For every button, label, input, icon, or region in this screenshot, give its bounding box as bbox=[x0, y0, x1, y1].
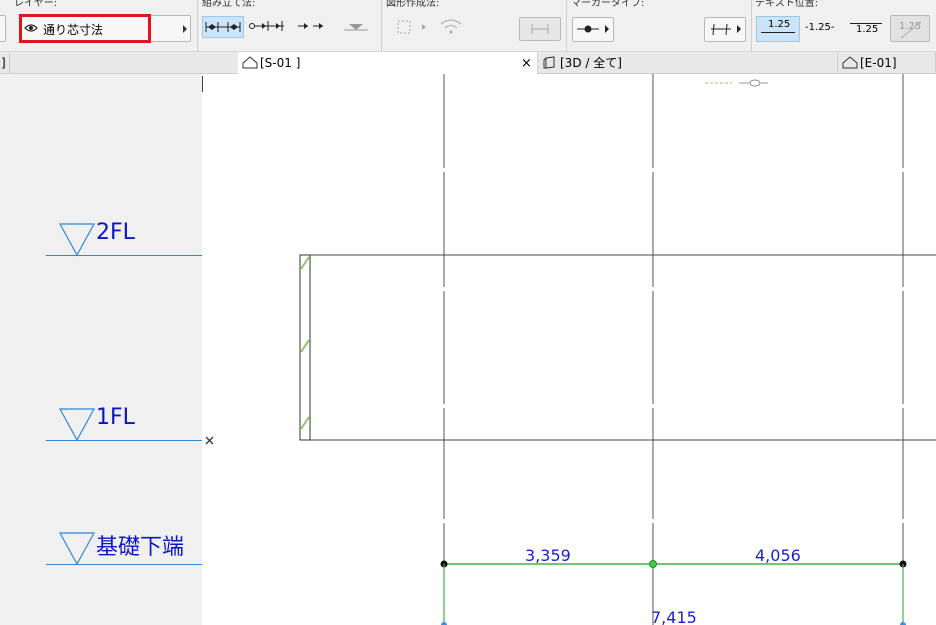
cube-icon bbox=[543, 56, 555, 69]
divider bbox=[751, 0, 752, 52]
eye-icon bbox=[24, 24, 38, 32]
level-marker-icon bbox=[344, 24, 368, 31]
disabled-dim-button bbox=[519, 17, 561, 41]
house-icon bbox=[242, 56, 258, 69]
level-line bbox=[46, 564, 202, 565]
wifi-icon bbox=[440, 19, 462, 34]
divider bbox=[381, 0, 382, 52]
divider bbox=[197, 0, 198, 52]
level-label-1fl: 1FL bbox=[96, 405, 135, 430]
prev-control-button[interactable] bbox=[0, 15, 6, 42]
text-sample: 1.25 bbox=[768, 19, 791, 30]
dimension-value-1[interactable]: 3,359 bbox=[525, 546, 571, 565]
wireless-icon-option bbox=[436, 16, 466, 38]
tab-e-01[interactable]: [E-01] bbox=[838, 52, 936, 74]
dim-arrows-icon bbox=[531, 24, 549, 34]
level-line bbox=[46, 440, 202, 441]
section-drawing-canvas[interactable]: 3,359 4,056 7,415 bbox=[202, 74, 936, 625]
text-position-label: テキスト位置: bbox=[755, 0, 819, 9]
view-tab-bar: ] [S-01 ] × [3D / 全て] [E-01] bbox=[0, 52, 936, 74]
layer-indicator-icons bbox=[705, 79, 768, 87]
tab-label: [S-01 ] bbox=[260, 56, 301, 70]
linear-dim-icon bbox=[205, 22, 241, 32]
tab-label: [E-01] bbox=[860, 56, 897, 70]
text-below-option[interactable]: 1.25 bbox=[848, 16, 886, 42]
drawing-svg[interactable] bbox=[202, 74, 936, 625]
level-line bbox=[46, 255, 202, 256]
text-above-option[interactable]: 1.25 bbox=[756, 16, 800, 42]
base-dim-icon bbox=[249, 21, 284, 31]
text-angled-option: 1.25 bbox=[890, 15, 930, 42]
layer-group-label: レイヤー: bbox=[14, 0, 58, 9]
dim-line bbox=[761, 32, 795, 33]
dim-method-disabled-option bbox=[340, 16, 372, 38]
level-triangle-icon bbox=[59, 223, 95, 257]
level-label-foundation-bottom: 基礎下端 bbox=[96, 535, 185, 560]
grid-axis-lines bbox=[443, 74, 904, 625]
text-sample: -1.25- bbox=[805, 22, 835, 33]
level-marker-panel: 2FL 1FL 基礎下端 bbox=[0, 74, 202, 625]
grid-points-icon bbox=[397, 20, 426, 34]
section-method-label: 図形作成法: bbox=[386, 0, 440, 9]
tab-s-01[interactable]: [S-01 ] × bbox=[238, 52, 538, 74]
tab-label: [3D / 全て] bbox=[560, 56, 622, 70]
divider bbox=[566, 0, 567, 52]
dimension-total[interactable]: 7,415 bbox=[651, 608, 697, 625]
tab-previous[interactable]: ] bbox=[0, 52, 10, 74]
dimension-node[interactable] bbox=[649, 560, 657, 568]
level-triangle-icon bbox=[59, 408, 95, 442]
close-x-marker[interactable] bbox=[205, 436, 214, 445]
text-inline-option[interactable]: -1.25- bbox=[804, 16, 844, 42]
marker-type-dropdown[interactable] bbox=[572, 17, 614, 42]
tab-label: ] bbox=[1, 56, 6, 70]
dim-method-linear-option[interactable] bbox=[202, 16, 244, 38]
dimension-method-label: 組み立て法: bbox=[202, 0, 256, 9]
chevron-right-icon bbox=[183, 25, 187, 33]
info-box-toolbar: レイヤー: 通り芯寸法 組み立て法: 図形作成法: マーカータイプ: テキスト位… bbox=[0, 0, 936, 52]
layer-dropdown[interactable]: 通り芯寸法 bbox=[19, 15, 191, 42]
layer-value: 通り芯寸法 bbox=[43, 23, 104, 37]
arrow-dim-icon bbox=[298, 23, 323, 29]
witness-line-dropdown[interactable] bbox=[704, 17, 746, 42]
slash-icon bbox=[900, 21, 922, 39]
tab-3d-all[interactable]: [3D / 全て] bbox=[538, 52, 838, 74]
dot-marker-icon bbox=[577, 25, 609, 33]
dimension-value-2[interactable]: 4,056 bbox=[755, 546, 801, 565]
text-sample: 1.25 bbox=[856, 24, 879, 35]
close-icon[interactable]: × bbox=[521, 54, 532, 74]
dim-method-arrow-option[interactable] bbox=[295, 16, 329, 38]
house-icon bbox=[842, 56, 858, 69]
marker-type-label: マーカータイプ: bbox=[571, 0, 645, 9]
dim-method-base-option[interactable] bbox=[248, 16, 288, 38]
level-triangle-icon bbox=[59, 532, 95, 566]
section-method-dropdown bbox=[394, 16, 432, 38]
level-label-2fl: 2FL bbox=[96, 220, 135, 245]
witness-line-icon bbox=[711, 23, 741, 36]
